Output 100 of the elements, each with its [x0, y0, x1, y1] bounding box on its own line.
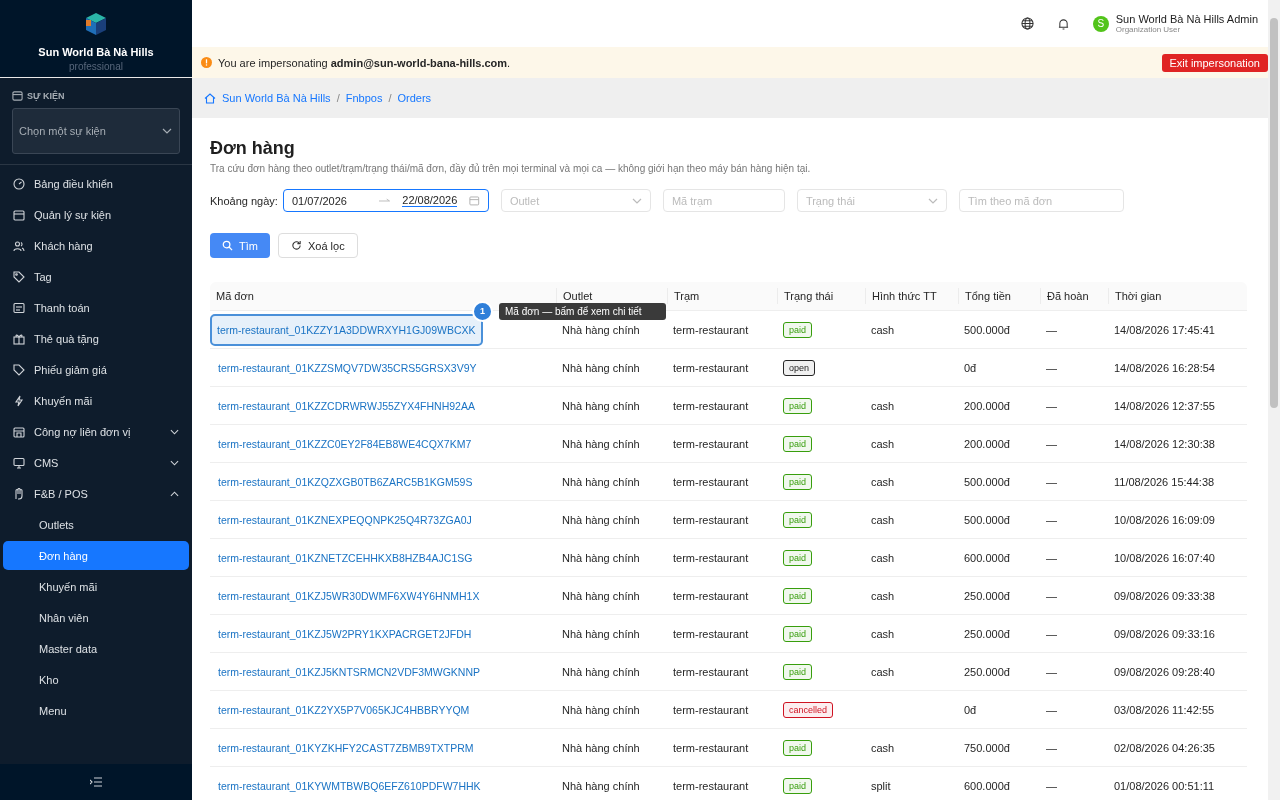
order-link[interactable]: term-restaurant_01KZZCDRWRWJ55ZYX4FHNH92AA: [210, 391, 483, 420]
page-description: Tra cứu đơn hàng theo outlet/trạm/trạng thái/mã đơn, đầy đủ trên mọi terminal và mọi ca — không giới hạn theo máy bán hàng hiện tại.: [210, 163, 812, 174]
status-tag: open: [783, 359, 816, 376]
order-link[interactable]: term-restaurant_01KZZY1A3DDWRXYH1GJ09WBCXK: [210, 313, 483, 346]
table-cell-text: Nhà hàng chính: [561, 741, 641, 754]
table-cell-text: term-restaurant: [672, 703, 750, 716]
table-cell-text: 500.000đ: [963, 475, 1011, 488]
column-header: Trạm: [667, 288, 777, 304]
table-cell-text: Nhà hàng chính: [561, 627, 641, 640]
order-link[interactable]: term-restaurant_01KZQZXGB0TB6ZARC5B1KGM59S: [210, 467, 481, 496]
breadcrumb-separator: /: [336, 92, 340, 104]
table-cell-text: term-restaurant: [672, 475, 750, 488]
table-cell-text: Nhà hàng chính: [561, 551, 641, 564]
nav-item[interactable]: Bảng điều khiển: [3, 169, 189, 198]
search-button[interactable]: Tìm: [210, 233, 270, 258]
table-cell-text: 250.000đ: [963, 589, 1011, 602]
nav-item[interactable]: Khuyến mãi: [3, 572, 189, 601]
clear-filter-button[interactable]: Xoá lọc: [277, 233, 358, 258]
calendar-icon: [12, 90, 23, 101]
status-tag: cancelled: [783, 701, 834, 718]
table-cell-text: —: [1045, 741, 1058, 754]
order-link[interactable]: term-restaurant_01KZZSMQV7DW35CRS5GRSX3V9Y: [210, 353, 485, 382]
column-header: Mã đơn: [215, 289, 255, 304]
gift-icon: [13, 332, 25, 345]
table-cell-text: —: [1045, 703, 1058, 716]
collapse-menu-icon[interactable]: [90, 777, 102, 787]
order-link[interactable]: term-restaurant_01KZJ5W2PRY1KXPACRGET2JFDH: [210, 619, 480, 648]
order-search-input[interactable]: Tìm theo mã đơn: [958, 189, 1124, 212]
nav-item[interactable]: Thẻ quà tặng: [3, 324, 189, 353]
breadcrumb-link[interactable]: Fnbpos: [345, 92, 383, 104]
nav-item[interactable]: Khách hàng: [3, 231, 189, 260]
station-input[interactable]: Mã trạm: [662, 189, 785, 212]
table-cell-text: 250.000đ: [963, 665, 1011, 678]
status-tag: paid: [783, 625, 812, 642]
nav-item[interactable]: Đơn hàng: [3, 541, 189, 570]
hand-icon: [13, 487, 25, 500]
status-tag: paid: [783, 473, 812, 490]
scrollbar-thumb[interactable]: [1270, 18, 1278, 408]
table-cell-text: Nhà hàng chính: [561, 475, 641, 488]
table-cell: cash: [871, 627, 895, 640]
plan-label: professional: [69, 61, 123, 72]
status-tag: paid: [783, 397, 812, 414]
nav-item[interactable]: CMS: [3, 448, 189, 477]
table-cell-text: 0đ: [963, 703, 978, 716]
nav-item[interactable]: Công nợ liên đơn vị: [3, 417, 189, 446]
breadcrumb-link[interactable]: Orders: [397, 92, 432, 104]
table-cell-text: Nhà hàng chính: [561, 437, 641, 450]
home-icon[interactable]: [204, 92, 216, 104]
column-header: Trạng thái: [777, 288, 865, 304]
nav-item[interactable]: Quản lý sự kiện: [3, 200, 189, 229]
chevron-down-icon: [162, 128, 172, 134]
impersonation-message: You are impersonating admin@sun-world-bana-hills.com.: [218, 56, 512, 69]
table-cell-text: 600.000đ: [963, 779, 1011, 792]
table-cell-text: term-restaurant: [672, 589, 750, 602]
nav-item[interactable]: Master data: [3, 634, 189, 663]
order-link[interactable]: term-restaurant_01KYWMTBWBQ6EFZ610PDFW7HHK: [210, 771, 489, 800]
table-cell-text: 09/08/2026 09:33:16: [1113, 627, 1216, 640]
coupon-icon: [13, 363, 25, 376]
tag-icon: [13, 270, 25, 283]
table-cell-text: —: [1045, 437, 1058, 450]
table-cell-text: —: [1045, 589, 1058, 602]
exit-impersonation-button[interactable]: Exit impersonation: [1161, 53, 1268, 72]
table-cell-text: 500.000đ: [963, 513, 1011, 526]
table-cell: cash: [871, 665, 895, 678]
table-cell-text: term-restaurant: [672, 437, 750, 450]
status-tag: paid: [783, 777, 812, 794]
table-cell: cash: [871, 589, 895, 602]
logo-icon: [85, 12, 107, 36]
date-range-picker[interactable]: 01/07/2026 22/08/2026: [282, 189, 489, 212]
table-cell: cash: [871, 323, 895, 336]
nav-item[interactable]: Thanh toán: [3, 293, 189, 322]
bell-icon[interactable]: [1057, 17, 1069, 30]
order-link[interactable]: term-restaurant_01KZNEXPEQQNPK25Q4R73ZGA0J: [210, 505, 480, 534]
order-link[interactable]: term-restaurant_01KZNETZCEHHKXB8HZB4AJC1SG: [210, 543, 481, 572]
nav-item[interactable]: Phiếu giảm giá: [3, 355, 189, 384]
nav-item[interactable]: F&B / POS: [3, 479, 189, 508]
event-select[interactable]: Chọn một sự kiện: [12, 108, 180, 154]
nav-item[interactable]: Kho: [3, 665, 189, 694]
status-tag: paid: [783, 663, 812, 680]
order-link[interactable]: term-restaurant_01KZ2YX5P7V065KJC4HBBRYYQM: [210, 695, 478, 724]
nav-item[interactable]: Tag: [3, 262, 189, 291]
order-link[interactable]: term-restaurant_01KYZKHFY2CAST7ZBMB9TXTPRM: [210, 733, 482, 762]
nav-item[interactable]: Nhân viên: [3, 603, 189, 632]
table-cell-text: Nhà hàng chính: [561, 665, 641, 678]
nav-item[interactable]: Menu: [3, 696, 189, 725]
section-label: SỰ KIỆN: [27, 90, 65, 101]
status-tag: paid: [783, 321, 812, 338]
table-cell: cash: [871, 551, 895, 564]
order-link[interactable]: term-restaurant_01KZZC0EY2F84EB8WE4CQX7KM7: [210, 429, 480, 458]
breadcrumb-link[interactable]: Sun World Bà Nà Hills: [222, 92, 331, 104]
table-cell-text: Nhà hàng chính: [561, 779, 641, 792]
nav-item[interactable]: Khuyến mãi: [3, 386, 189, 415]
table-cell-text: 01/08/2026 00:51:11: [1113, 779, 1216, 792]
order-link[interactable]: term-restaurant_01KZJ5WR30DWMF6XW4Y6HNMH1X: [210, 581, 488, 610]
globe-icon[interactable]: [1020, 17, 1034, 30]
table-cell-text: term-restaurant: [672, 323, 750, 336]
nav-item[interactable]: Outlets: [3, 510, 189, 539]
table-cell-text: term-restaurant: [672, 627, 750, 640]
order-link[interactable]: term-restaurant_01KZJ5KNTSRMCN2VDF3MWGKNNP: [210, 657, 488, 686]
search-icon: [222, 240, 233, 251]
